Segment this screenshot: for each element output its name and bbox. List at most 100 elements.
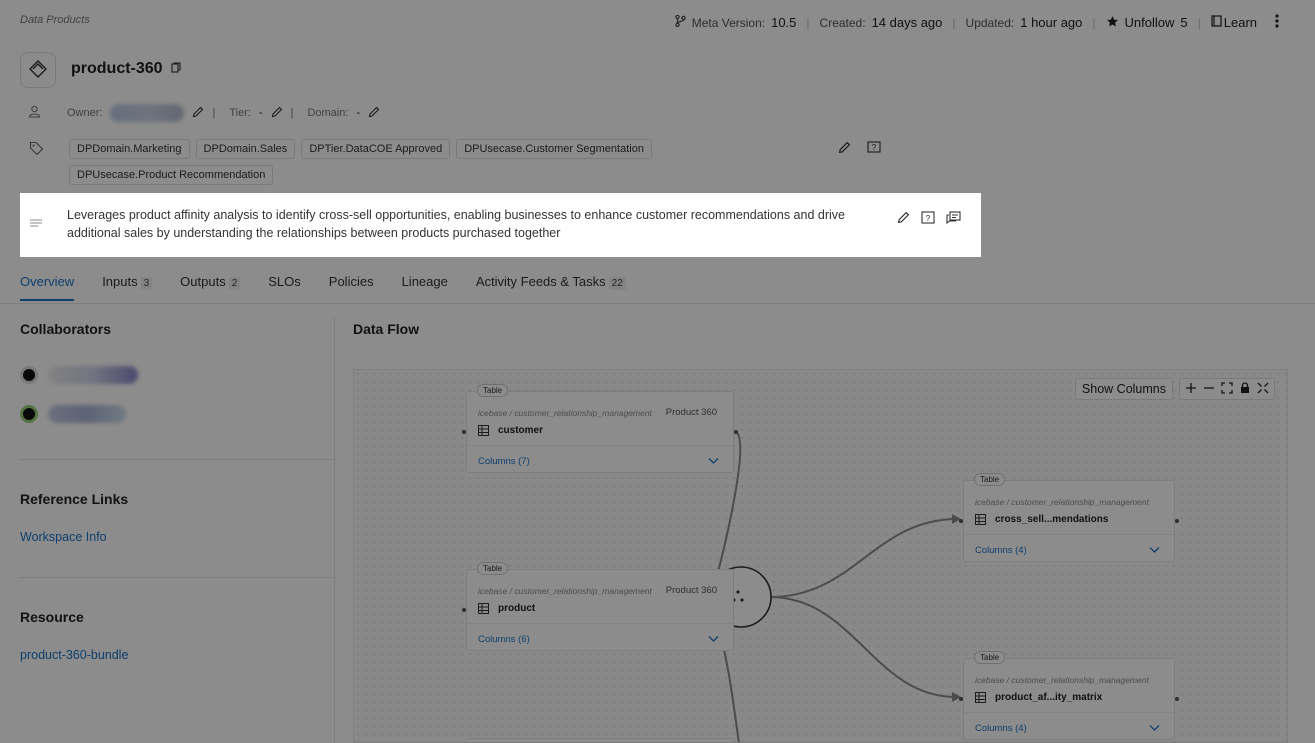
node-handle[interactable] bbox=[959, 519, 963, 523]
chevron-down-icon[interactable] bbox=[708, 631, 719, 646]
tab-policies[interactable]: Policies bbox=[329, 274, 374, 301]
description-icon bbox=[30, 217, 42, 232]
avatar bbox=[20, 405, 38, 423]
node-handle[interactable] bbox=[1175, 697, 1179, 701]
node-path: icebase / customer_relationship_manageme… bbox=[478, 408, 652, 418]
table-icon bbox=[478, 424, 489, 439]
zoom-out-icon[interactable] bbox=[1202, 381, 1216, 398]
node-handle[interactable] bbox=[1175, 519, 1179, 523]
edit-domain-icon[interactable] bbox=[368, 106, 380, 121]
node-name: product_af...ity_matrix bbox=[995, 692, 1103, 703]
product-meta-bar: Meta Version: 10.5 | Created: 14 days ag… bbox=[675, 14, 1279, 31]
lineage-node-product[interactable]: Table icebase / customer_relationship_ma… bbox=[462, 562, 734, 651]
node-name: customer bbox=[498, 425, 544, 436]
zoom-in-icon[interactable] bbox=[1184, 381, 1198, 398]
edit-tier-icon[interactable] bbox=[271, 106, 283, 121]
lineage-edge bbox=[769, 596, 957, 698]
node-type-pill: Table bbox=[477, 384, 509, 397]
tag-chip[interactable]: DPDomain.Marketing bbox=[69, 139, 190, 159]
copy-icon[interactable] bbox=[171, 60, 181, 77]
tab-slos[interactable]: SLOs bbox=[268, 274, 301, 301]
learn-button[interactable]: Learn bbox=[1211, 15, 1257, 30]
lineage-node-customer[interactable]: Table icebase / customer_relationship_ma… bbox=[462, 384, 738, 473]
lineage-node-partial[interactable] bbox=[466, 738, 734, 742]
tag-chip[interactable]: DPTier.DataCOE Approved bbox=[301, 139, 451, 159]
node-path: icebase / customer_relationship_manageme… bbox=[975, 675, 1149, 685]
tab-label: Overview bbox=[20, 274, 75, 289]
tag-icon bbox=[29, 141, 44, 159]
more-options-icon[interactable] bbox=[1275, 14, 1279, 31]
tag-chip[interactable]: DPUsecase.Product Recommendation bbox=[69, 165, 274, 185]
column-divider bbox=[334, 318, 335, 743]
table-icon bbox=[975, 691, 986, 706]
resource-link[interactable]: product-360-bundle bbox=[20, 648, 128, 662]
tab-activity-feeds[interactable]: Activity Feeds & Tasks 22 bbox=[476, 274, 626, 301]
unfollow-button[interactable]: Unfollow 5 bbox=[1106, 15, 1188, 31]
node-columns-footer[interactable]: Columns (4) bbox=[964, 534, 1174, 562]
chevron-down-icon[interactable] bbox=[708, 453, 719, 468]
meta-version-value: 10.5 bbox=[771, 15, 797, 30]
lock-icon[interactable] bbox=[1238, 381, 1252, 398]
tab-bar: Overview Inputs 3 Outputs 2 SLOs Policies … bbox=[20, 274, 626, 301]
tag-chip[interactable]: DPUsecase.Customer Segmentation bbox=[456, 139, 652, 159]
collaborators-title: Collaborators bbox=[20, 321, 112, 337]
collaborator-item[interactable] bbox=[20, 366, 138, 384]
edit-owner-icon[interactable] bbox=[192, 106, 204, 121]
svg-text:?: ? bbox=[926, 214, 931, 223]
book-icon bbox=[1211, 15, 1222, 30]
owner-tier-domain-row: Owner: | Tier: - | Domain: - bbox=[28, 104, 380, 122]
data-product-logo bbox=[20, 52, 56, 88]
collaborator-item[interactable] bbox=[20, 405, 126, 423]
meta-separator: | bbox=[952, 15, 956, 30]
columns-toggle: Columns (4) bbox=[975, 545, 1027, 556]
tag-chip[interactable]: DPDomain.Sales bbox=[195, 139, 296, 159]
domain-label: Domain: bbox=[307, 107, 349, 119]
meta-separator: | bbox=[1092, 15, 1096, 30]
node-columns-footer[interactable]: Columns (4) bbox=[964, 712, 1174, 740]
node-handle[interactable] bbox=[462, 608, 466, 612]
description-text: Leverages product affinity analysis to i… bbox=[67, 208, 845, 240]
tier-domain-separator: | bbox=[290, 107, 294, 119]
workspace-info-link[interactable]: Workspace Info bbox=[20, 530, 107, 544]
chevron-down-icon[interactable] bbox=[1149, 542, 1160, 557]
show-columns-button[interactable]: Show Columns bbox=[1074, 378, 1173, 400]
node-path: icebase / customer_relationship_manageme… bbox=[975, 497, 1149, 507]
tab-lineage[interactable]: Lineage bbox=[402, 274, 448, 301]
node-handle[interactable] bbox=[959, 697, 963, 701]
svg-text:?: ? bbox=[872, 143, 877, 152]
tab-count-badge: 3 bbox=[140, 277, 153, 290]
node-product: Product 360 bbox=[665, 585, 717, 596]
lineage-node-cross-sell[interactable]: Table icebase / customer_relationship_ma… bbox=[959, 473, 1179, 562]
fullscreen-icon[interactable] bbox=[1256, 381, 1270, 398]
meta-separator: | bbox=[806, 15, 810, 30]
edit-description-icon[interactable] bbox=[897, 211, 910, 227]
lineage-node-product-affinity[interactable]: Table icebase / customer_relationship_ma… bbox=[959, 651, 1179, 740]
zoom-controls bbox=[1179, 378, 1275, 400]
owner-avatars[interactable] bbox=[110, 104, 185, 122]
node-columns-footer[interactable]: Columns (6) bbox=[467, 623, 733, 651]
tier-label: Tier: bbox=[229, 107, 251, 119]
follow-count: 5 bbox=[1180, 15, 1188, 30]
breadcrumb[interactable]: Data Products bbox=[20, 14, 90, 26]
branch-icon bbox=[675, 14, 686, 30]
conversation-icon[interactable] bbox=[946, 211, 961, 228]
edit-tags-icon[interactable] bbox=[838, 141, 851, 157]
tab-inputs[interactable]: Inputs 3 bbox=[102, 274, 153, 301]
node-handle[interactable] bbox=[462, 430, 466, 434]
request-description-icon[interactable]: ? bbox=[921, 211, 935, 228]
tab-outputs[interactable]: Outputs 2 bbox=[180, 274, 241, 301]
node-handle[interactable] bbox=[734, 430, 738, 434]
data-flow-canvas[interactable]: Show Columns Table icebase / customer_re… bbox=[353, 369, 1288, 743]
request-tags-icon[interactable]: ? bbox=[867, 141, 881, 158]
meta-separator: | bbox=[1197, 15, 1201, 30]
tab-label: Outputs bbox=[180, 274, 226, 289]
node-columns-footer[interactable]: Columns (7) bbox=[467, 445, 733, 473]
columns-toggle: Columns (7) bbox=[478, 456, 530, 467]
node-path: icebase / customer_relationship_manageme… bbox=[478, 586, 652, 596]
fit-view-icon[interactable] bbox=[1220, 381, 1234, 398]
tier-value: - bbox=[258, 107, 263, 119]
tab-overview[interactable]: Overview bbox=[20, 274, 75, 301]
collaborator-name bbox=[48, 366, 138, 384]
chevron-down-icon[interactable] bbox=[1149, 720, 1160, 735]
node-type-pill: Table bbox=[974, 651, 1006, 664]
